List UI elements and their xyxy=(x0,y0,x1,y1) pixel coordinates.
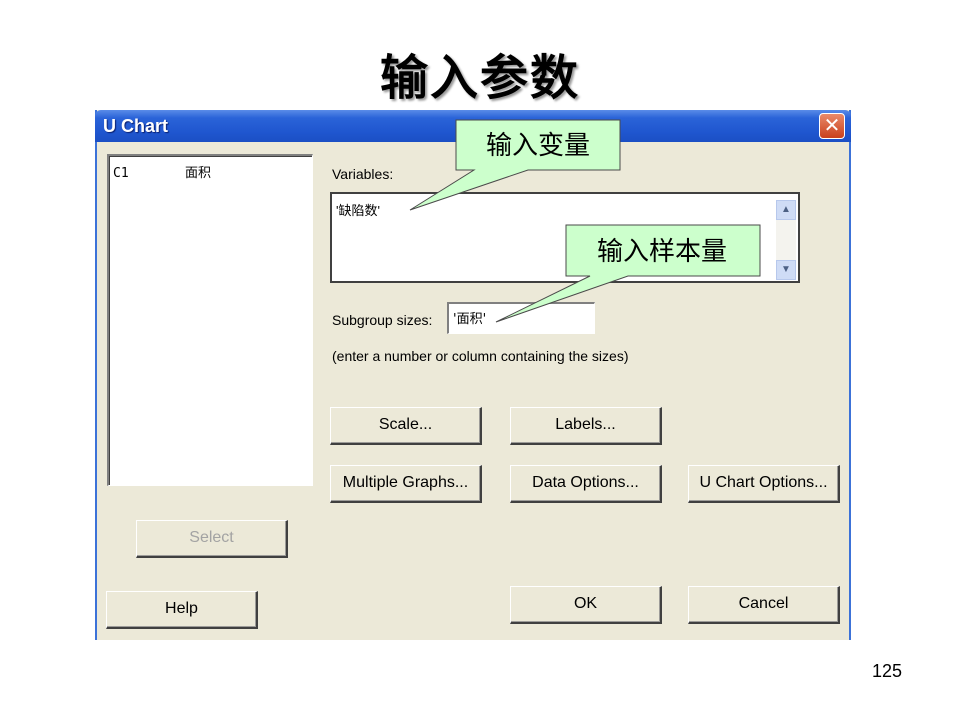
callouts-layer: 输入变量 输入样本量 xyxy=(409,119,761,323)
page-number: 125 xyxy=(871,661,902,681)
callout-input-sample-size: 输入样本量 xyxy=(495,224,761,323)
callout-input-variable: 输入变量 xyxy=(409,119,621,211)
callout-input-sample-size-text: 输入样本量 xyxy=(597,237,727,267)
callout-input-variable-text: 输入变量 xyxy=(486,131,590,161)
